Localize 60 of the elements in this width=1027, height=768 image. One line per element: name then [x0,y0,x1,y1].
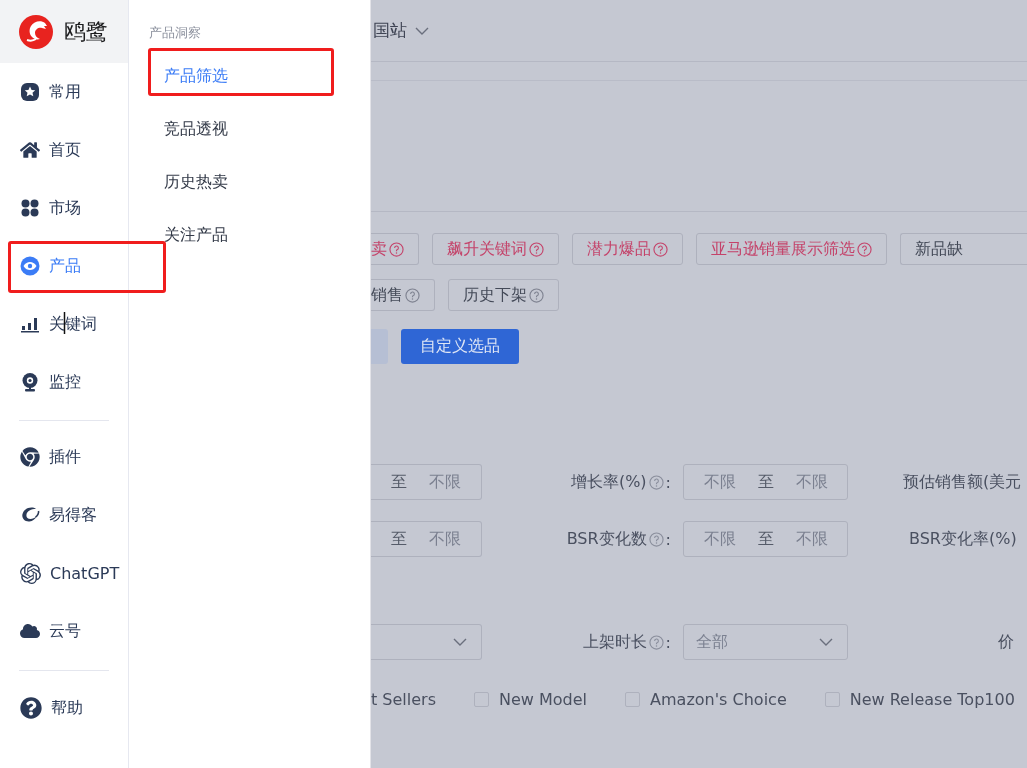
checkbox-option[interactable]: Amazon's Choice [625,689,787,709]
site-selector-text[interactable]: 国站 [373,19,407,42]
sidebar-item[interactable]: 帮助 [0,679,128,737]
chrome-icon [20,447,40,467]
filter-label: 价 [997,631,1015,653]
filter-chip[interactable]: 历史下架 [448,279,559,311]
filter-label: BSR变化率(%) [908,528,1018,550]
chevron-down-icon [415,26,429,35]
help-icon [648,634,664,650]
sidebar-item[interactable]: 常用 [0,63,128,121]
checkbox-option[interactable]: New Model [474,689,588,709]
submenu-heading: 产品洞察 [148,24,202,42]
sidebar-item[interactable]: 易得客 [0,486,128,544]
help-icon [648,531,664,547]
range-field[interactable]: 不限 至 不限 [683,464,848,500]
grid-icon [20,198,40,218]
swirl-icon [20,505,40,525]
sidebar-item[interactable]: 市场 [0,179,128,237]
sidebar-item[interactable]: ChatGPT [0,544,128,602]
logo-icon [18,13,54,50]
range-field[interactable]: 不限 至 不限 [683,521,848,557]
custom-select-button[interactable]: 自定义选品 [401,329,519,364]
submenu-item[interactable]: 产品筛选 [129,50,370,103]
sidebar-item[interactable]: 首页 [0,121,128,179]
chevron-down-icon [819,638,833,646]
eye-icon [20,256,40,276]
submenu-item[interactable]: 竞品透视 [129,103,370,156]
range-field[interactable]: 至 不限 [371,464,482,500]
filter-chip[interactable]: 销售 [371,279,435,311]
filter-chip[interactable]: 飙升关键词 [432,233,559,265]
cloud-icon [20,621,40,641]
help-icon [20,697,42,719]
logo-text: 鸥鹭 [64,17,108,46]
sidebar-item[interactable]: 插件 [0,428,128,486]
filter-chip[interactable]: 亚马逊销量展示筛选 [696,233,887,265]
colon-text: : [665,529,671,549]
filter-chip[interactable]: 新品缺 [900,233,1027,265]
openai-icon [20,562,41,584]
filter-label: 预估销售额(美元 [902,471,1023,493]
filter-label: 增长率(%) [570,471,647,493]
home-icon [20,140,40,160]
button-edge [371,329,388,364]
webcam-icon [20,372,40,392]
option-label: t Sellers [371,689,436,709]
range-field[interactable]: 至 不限 [371,521,482,557]
filter-label: 上架时长 [582,631,647,653]
sidebar-item[interactable]: 监控 [0,353,128,411]
help-icon [648,474,664,490]
filter-chip[interactable]: 卖 [371,233,419,265]
checkbox-option[interactable]: New Release Top100 [824,689,1015,709]
filter-chip[interactable]: 潜力爆品 [572,233,683,265]
submenu-item[interactable]: 关注产品 [129,209,370,262]
colon-text: : [665,632,671,652]
colon-text: : [665,472,671,492]
filter-label: BSR变化数 [566,528,647,550]
sidebar-item[interactable]: 产品 [0,237,128,295]
submenu-item[interactable]: 历史热卖 [129,156,370,209]
sidebar-item[interactable]: 云号 [0,602,128,660]
chevron-down-icon [453,638,467,646]
select-field[interactable] [371,624,482,660]
